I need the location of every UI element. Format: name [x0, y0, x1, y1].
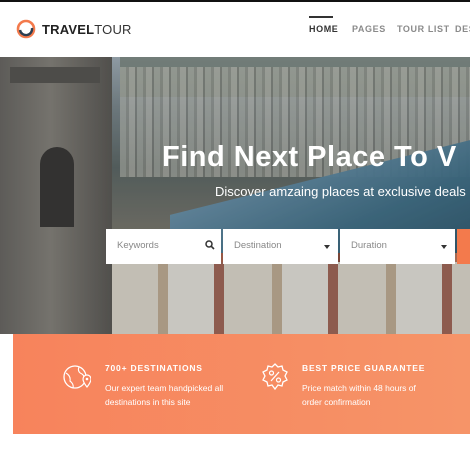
- search-icon: [205, 240, 215, 250]
- hero-title: Find Next Place To V: [162, 141, 457, 173]
- feature-title: 700+ DESTINATIONS: [105, 363, 203, 373]
- feature-title: BEST PRICE GUARANTEE: [302, 363, 426, 373]
- feature-description: Price match within 48 hours of order con…: [302, 383, 416, 407]
- site-header: TRAVELTOUR HOME PAGES TOUR LIST DES: [0, 2, 470, 57]
- keywords-placeholder: Keywords: [117, 240, 159, 251]
- main-nav: HOME PAGES TOUR LIST DES: [0, 24, 470, 44]
- features-band: 700+ DESTINATIONS Our expert team handpi…: [13, 334, 470, 434]
- chevron-down-icon: [441, 245, 447, 249]
- chevron-down-icon: [324, 245, 330, 249]
- duration-select[interactable]: Duration: [340, 229, 455, 264]
- percent-badge-icon: [262, 363, 288, 391]
- destination-placeholder: Destination: [234, 240, 282, 251]
- duration-placeholder: Duration: [351, 240, 387, 251]
- nav-item-home[interactable]: HOME: [309, 24, 338, 34]
- hero-subtitle: Discover amzaing places at exclusive dea…: [215, 184, 466, 199]
- nav-item-tour-list[interactable]: TOUR LIST: [397, 24, 450, 34]
- keywords-input[interactable]: Keywords: [106, 229, 221, 264]
- nav-active-indicator: [309, 16, 333, 18]
- destination-select[interactable]: Destination: [223, 229, 338, 264]
- partial-feature-icon: [460, 362, 470, 392]
- search-button[interactable]: [457, 229, 470, 264]
- feature-description: Our expert team handpicked all destinati…: [105, 383, 224, 407]
- nav-item-pages[interactable]: PAGES: [352, 24, 386, 34]
- nav-item-destinations[interactable]: DES: [455, 24, 470, 34]
- globe-pin-icon: [63, 365, 91, 389]
